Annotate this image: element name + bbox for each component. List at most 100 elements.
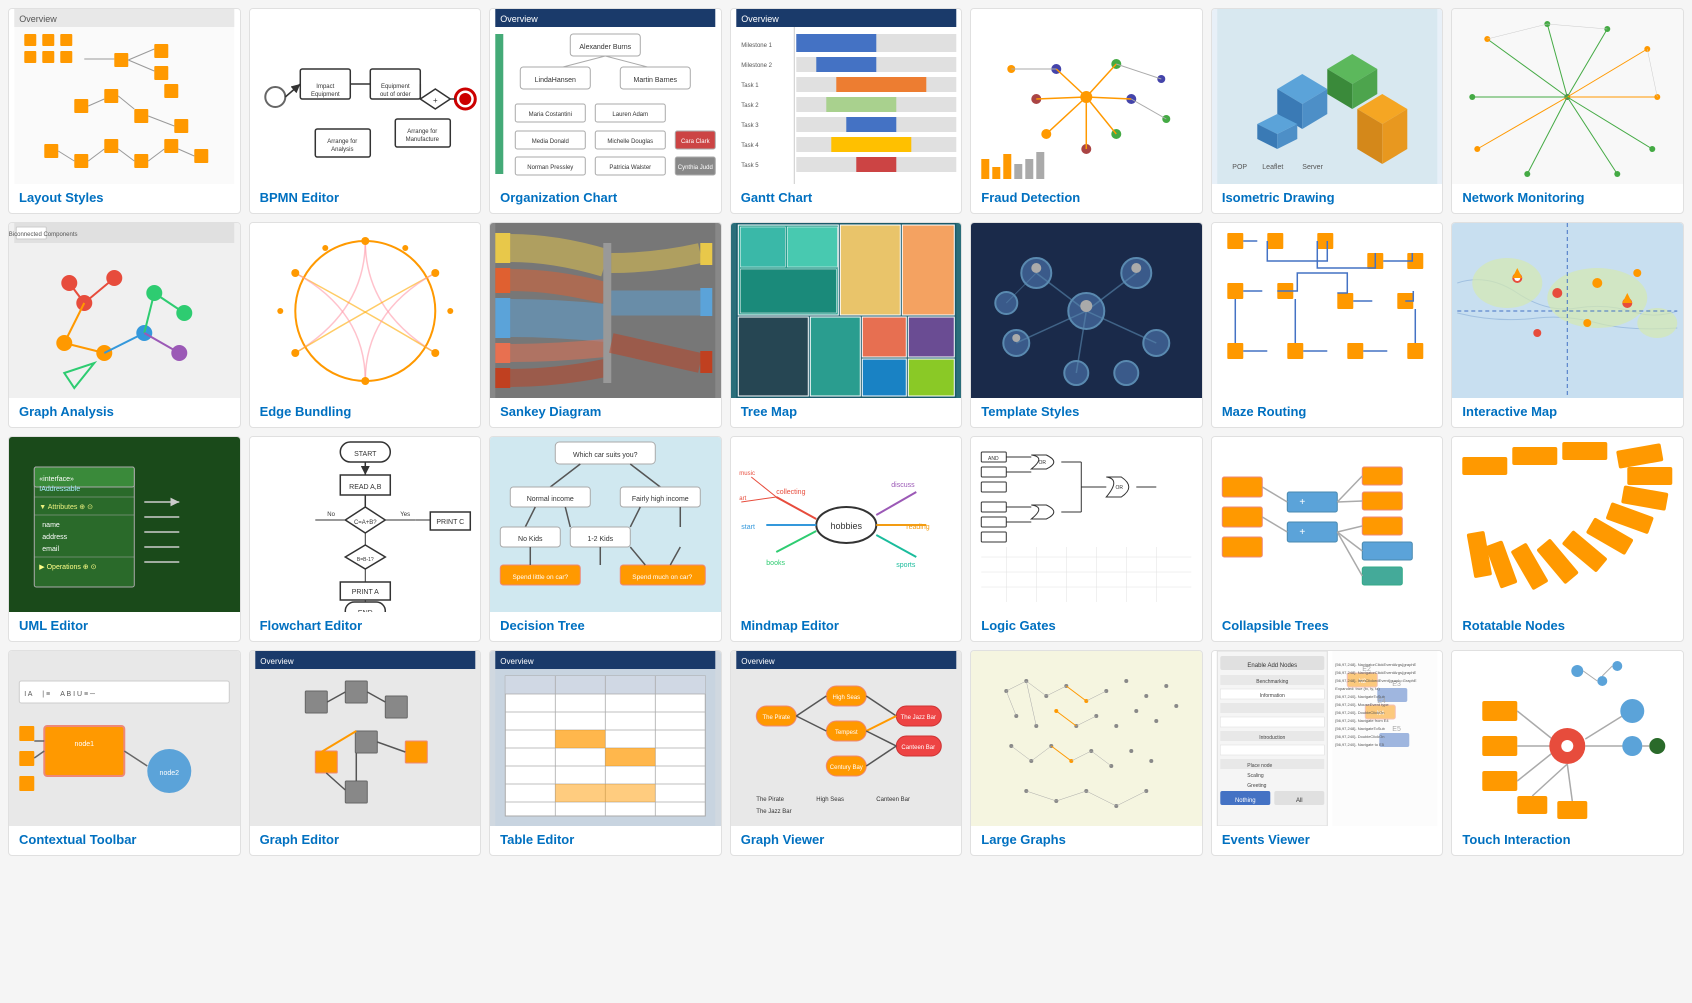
card-template-styles[interactable]: Template Styles — [970, 222, 1203, 428]
card-decision-tree[interactable]: Which car suits you? Normal income Fairl… — [489, 436, 722, 642]
card-label: BPMN Editor — [250, 184, 481, 213]
svg-text:I A: I A — [24, 691, 33, 698]
svg-text:Expanded: true (tx, ty, tz): Expanded: true (tx, ty, tz) — [1335, 686, 1380, 691]
svg-text:Which car suits you?: Which car suits you? — [573, 452, 638, 459]
svg-text:No: No — [327, 512, 335, 518]
svg-text:Fairly high income: Fairly high income — [632, 496, 689, 503]
svg-text:«interface»: «interface» — [39, 476, 74, 483]
card-label: Graph Analysis — [9, 398, 240, 427]
svg-text:out of order: out of order — [380, 92, 411, 98]
svg-text:Task 4: Task 4 — [741, 143, 759, 149]
svg-text:[56,97,248]- ItemClickedEvent{: [56,97,248]- ItemClickedEvent{graph=Grap… — [1335, 678, 1417, 683]
card-label: Maze Routing — [1212, 398, 1443, 427]
card-label: Gantt Chart — [731, 184, 962, 213]
svg-text:Martin Barnes: Martin Barnes — [634, 77, 678, 84]
card-events-viewer[interactable]: Enable Add Nodes Benchmarking Informatio… — [1211, 650, 1444, 856]
card-fraud-detection[interactable]: Fraud Detection — [970, 8, 1203, 214]
card-touch-interaction[interactable]: Touch Interaction — [1451, 650, 1684, 856]
card-flowchart-editor[interactable]: START READ A,B C=A+B? Yes No B=B-1? PRIN… — [249, 436, 482, 642]
card-graph-analysis[interactable]: Sample: Biconnected Components — [8, 222, 241, 428]
svg-text:START: START — [354, 451, 377, 458]
card-graph-editor[interactable]: Overview Graph Editor — [249, 650, 482, 856]
card-mindmap-editor[interactable]: hobbies collecting start books discuss r… — [730, 436, 963, 642]
card-label: Layout Styles — [9, 184, 240, 213]
svg-text:Overview: Overview — [19, 14, 57, 24]
card-label: Sankey Diagram — [490, 398, 721, 427]
svg-text:High Seas: High Seas — [816, 797, 844, 803]
svg-text:All: All — [1296, 798, 1303, 804]
svg-text:[56,97,240]- MouseEvent type: [56,97,240]- MouseEvent type — [1335, 702, 1389, 707]
svg-text:Impact: Impact — [316, 84, 334, 90]
svg-text:Nothing: Nothing — [1235, 798, 1256, 804]
card-sankey-diagram[interactable]: Sankey Diagram — [489, 222, 722, 428]
card-network-monitoring[interactable]: Network Monitoring — [1451, 8, 1684, 214]
card-contextual-toolbar[interactable]: I A | ≡ A B I U ≡ ─ node1 node2 Contextu… — [8, 650, 241, 856]
svg-text:collecting: collecting — [776, 489, 805, 496]
svg-text:Analysis: Analysis — [331, 147, 353, 153]
card-isometric-drawing[interactable]: POP Leaflet Server Isometric Drawing — [1211, 8, 1444, 214]
svg-text:hobbies: hobbies — [830, 521, 862, 531]
svg-text:| ≡: | ≡ — [42, 691, 50, 698]
card-graph-viewer[interactable]: Overview The Pirate High Seas Tempest Ce… — [730, 650, 963, 856]
svg-text:Task 3: Task 3 — [741, 123, 759, 129]
svg-text:POP: POP — [1232, 164, 1247, 171]
svg-text:Lauren Adam: Lauren Adam — [613, 112, 649, 118]
svg-text:PRINT C: PRINT C — [436, 519, 464, 526]
svg-text:Milestone 2: Milestone 2 — [741, 63, 772, 69]
card-label: Collapsible Trees — [1212, 612, 1443, 641]
card-uml-editor[interactable]: «interface» IAddressable ▼ Attributes ⊕ … — [8, 436, 241, 642]
svg-text:[56,97,240]- DoubleClickOn: [56,97,240]- DoubleClickOn — [1335, 734, 1384, 739]
svg-text:email: email — [42, 546, 59, 553]
card-label: Network Monitoring — [1452, 184, 1683, 213]
card-label: UML Editor — [9, 612, 240, 641]
card-rotatable-nodes[interactable]: Rotatable Nodes — [1451, 436, 1684, 642]
card-gantt-chart[interactable]: Overview Milestone 1 Milestone — [730, 8, 963, 214]
card-label: Flowchart Editor — [250, 612, 481, 641]
card-collapsible-trees[interactable]: + + Collapsible Trees — [1211, 436, 1444, 642]
card-label: Isometric Drawing — [1212, 184, 1443, 213]
svg-text:Sample: Biconnected Components: Sample: Biconnected Components — [9, 232, 77, 238]
card-logic-gates[interactable]: AND OR — [970, 436, 1203, 642]
svg-text:[56,97,248]- NavigateToSub: [56,97,248]- NavigateToSub — [1335, 726, 1385, 731]
card-edge-bundling[interactable]: Edge Bundling — [249, 222, 482, 428]
card-table-editor[interactable]: Overview Table Editor — [489, 650, 722, 856]
svg-text:reading: reading — [906, 524, 929, 531]
card-label: Graph Editor — [250, 826, 481, 855]
card-label: Decision Tree — [490, 612, 721, 641]
svg-text:art: art — [739, 496, 746, 502]
card-large-graphs[interactable]: Large Graphs — [970, 650, 1203, 856]
card-label: Template Styles — [971, 398, 1202, 427]
svg-text:Task 5: Task 5 — [741, 163, 759, 169]
svg-text:Century Bay: Century Bay — [829, 765, 862, 771]
card-label: Fraud Detection — [971, 184, 1202, 213]
svg-text:Equipment: Equipment — [381, 84, 410, 90]
svg-text:[56,97,248]- NavigatorClickEve: [56,97,248]- NavigatorClickEventArgs{gra… — [1335, 662, 1416, 667]
svg-text:+: + — [1299, 497, 1305, 508]
card-tree-map[interactable]: Tree Map — [730, 222, 963, 428]
svg-text:OR: OR — [1039, 460, 1047, 466]
svg-text:Task 2: Task 2 — [741, 103, 759, 109]
svg-text:The Jazz Bar: The Jazz Bar — [756, 809, 791, 815]
svg-text:Information: Information — [1260, 693, 1285, 699]
svg-text:A B I U ≡ ─: A B I U ≡ ─ — [60, 691, 95, 698]
card-org-chart[interactable]: Overview Alexander Burns LindaHansen Mar… — [489, 8, 722, 214]
svg-text:The Pirate: The Pirate — [762, 715, 790, 721]
card-label: Graph Viewer — [731, 826, 962, 855]
card-maze-routing[interactable]: Maze Routing — [1211, 222, 1444, 428]
svg-text:Arrange for: Arrange for — [327, 139, 357, 145]
svg-text:Yes: Yes — [400, 512, 410, 518]
card-layout-styles[interactable]: Overview — [8, 8, 241, 214]
svg-text:start: start — [741, 524, 755, 531]
card-bpmn-editor[interactable]: Impact Equipment Equipment out of order … — [249, 8, 482, 214]
svg-text:Media Donald: Media Donald — [532, 139, 569, 145]
card-interactive-map[interactable]: Interactive Map — [1451, 222, 1684, 428]
svg-text:Overview: Overview — [260, 657, 294, 666]
svg-text:[56,97,240]- Navigate from E4: [56,97,240]- Navigate from E4 — [1335, 718, 1389, 723]
svg-text:name: name — [42, 522, 60, 529]
card-grid: Overview — [8, 8, 1684, 856]
svg-text:High Seas: High Seas — [832, 695, 860, 701]
card-label: Logic Gates — [971, 612, 1202, 641]
svg-text:Overview: Overview — [741, 657, 775, 666]
svg-text:Place node: Place node — [1247, 763, 1272, 769]
svg-text:[56,97,240]- Navigate to E5: [56,97,240]- Navigate to E5 — [1335, 742, 1384, 747]
